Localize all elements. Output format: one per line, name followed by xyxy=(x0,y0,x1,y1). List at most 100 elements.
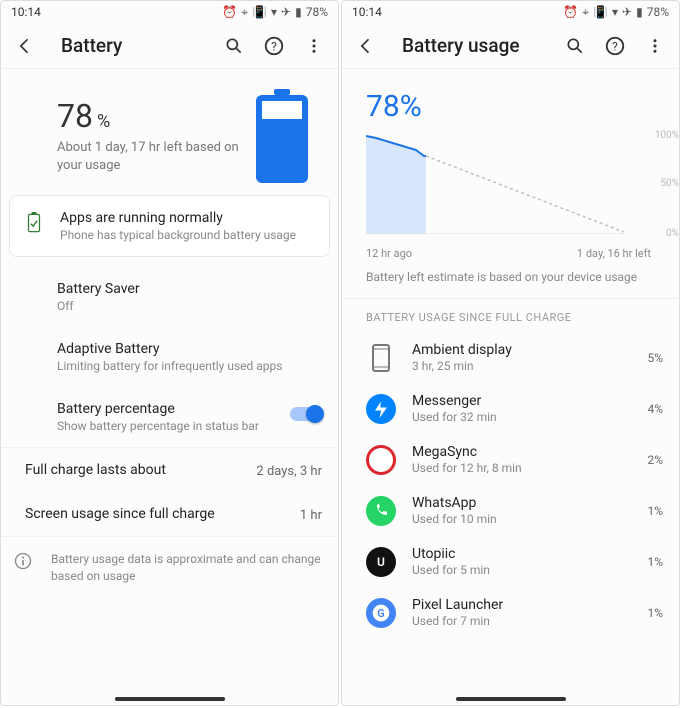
search-button[interactable] xyxy=(559,30,591,62)
app-name: Messenger xyxy=(412,393,647,409)
app-icon xyxy=(366,394,396,424)
adaptive-sub: Limiting battery for infrequently used a… xyxy=(57,359,322,373)
battery-saver-title: Battery Saver xyxy=(57,281,322,297)
overflow-button[interactable] xyxy=(639,30,671,62)
app-icon xyxy=(366,343,396,373)
vibrate-icon: 📳 xyxy=(252,5,267,19)
chart-x-left: 12 hr ago xyxy=(366,247,412,260)
battery-percentage-switch[interactable] xyxy=(290,405,324,423)
app-row[interactable]: Ambient display3 hr, 25 min5% xyxy=(342,332,679,383)
alarm-icon: ⏰ xyxy=(563,5,578,19)
battery-pct-number: 78 xyxy=(57,97,93,135)
usage-list: Ambient display3 hr, 25 min5%MessengerUs… xyxy=(342,332,679,638)
usage-list-header: BATTERY USAGE SINCE FULL CHARGE xyxy=(342,299,679,332)
app-pct: 1% xyxy=(647,504,663,518)
chart-x-right: 1 day, 16 hr left xyxy=(577,247,651,260)
card-subtitle: Phone has typical background battery usa… xyxy=(60,228,315,242)
battery-saver-sub: Off xyxy=(57,299,322,313)
page-title: Battery xyxy=(61,34,210,57)
svg-text:G: G xyxy=(377,607,384,620)
search-button[interactable] xyxy=(218,30,250,62)
location-icon: ⌖ xyxy=(241,5,248,20)
nav-handle[interactable] xyxy=(456,697,566,701)
screen-usage-row[interactable]: Screen usage since full charge 1 hr xyxy=(1,492,338,536)
status-battery-pct: 78% xyxy=(647,5,669,19)
help-button[interactable]: ? xyxy=(258,30,290,62)
status-bar: 10:14 ⏰ ⌖ 📳 ▾ ✈ ▮ 78% xyxy=(342,1,679,23)
app-icon: M xyxy=(366,445,396,475)
battery-pct-symbol: % xyxy=(97,111,110,132)
battery-estimate-text: About 1 day, 17 hr left based on your us… xyxy=(57,139,257,175)
status-time: 10:14 xyxy=(11,5,41,19)
location-icon: ⌖ xyxy=(582,5,589,20)
battery-saver-row[interactable]: Battery Saver Off xyxy=(1,267,338,327)
app-sub: Used for 12 hr, 8 min xyxy=(412,461,647,475)
screen-usage-value: 1 hr xyxy=(300,508,322,523)
battery-icon: ▮ xyxy=(636,5,643,19)
wifi-icon: ▾ xyxy=(271,5,277,19)
help-button[interactable]: ? xyxy=(599,30,631,62)
adaptive-title: Adaptive Battery xyxy=(57,341,322,357)
airplane-icon: ✈ xyxy=(281,5,291,19)
app-bar: Battery usage ? xyxy=(342,23,679,69)
app-icon xyxy=(366,496,396,526)
app-name: Utopiic xyxy=(412,546,647,562)
battery-pct-large: 78% xyxy=(342,69,679,134)
back-button[interactable] xyxy=(350,30,382,62)
svg-text:?: ? xyxy=(612,39,618,53)
app-sub: Used for 5 min xyxy=(412,563,647,577)
info-footer: Battery usage data is approximate and ca… xyxy=(1,537,338,599)
battery-ok-icon xyxy=(24,212,44,238)
app-row[interactable]: G Pixel LauncherUsed for 7 min1% xyxy=(342,587,679,638)
status-icons: ⏰ ⌖ 📳 ▾ ✈ ▮ 78% xyxy=(563,5,669,20)
battery-settings-screen: 10:14 ⏰ ⌖ 📳 ▾ ✈ ▮ 78% Battery ? 78 xyxy=(0,0,339,706)
app-sub: Used for 7 min xyxy=(412,614,647,628)
app-row[interactable]: WhatsAppUsed for 10 min1% xyxy=(342,485,679,536)
app-row[interactable]: M MegaSyncUsed for 12 hr, 8 min2% xyxy=(342,434,679,485)
app-sub: Used for 10 min xyxy=(412,512,647,526)
app-pct: 1% xyxy=(647,555,663,569)
vibrate-icon: 📳 xyxy=(593,5,608,19)
chart-y100: 100% xyxy=(655,130,679,141)
app-name: WhatsApp xyxy=(412,495,647,511)
adaptive-battery-row[interactable]: Adaptive Battery Limiting battery for in… xyxy=(1,327,338,387)
app-pct: 4% xyxy=(647,402,663,416)
app-sub: 3 hr, 25 min xyxy=(412,359,647,373)
app-name: Ambient display xyxy=(412,342,647,358)
app-row[interactable]: MessengerUsed for 32 min4% xyxy=(342,383,679,434)
alarm-icon: ⏰ xyxy=(222,5,237,19)
info-text: Battery usage data is approximate and ca… xyxy=(51,552,321,583)
app-icon: G xyxy=(366,598,396,628)
app-name: Pixel Launcher xyxy=(412,597,647,613)
overflow-button[interactable] xyxy=(298,30,330,62)
app-bar: Battery ? xyxy=(1,23,338,69)
app-sub: Used for 32 min xyxy=(412,410,647,424)
wifi-icon: ▾ xyxy=(612,5,618,19)
full-charge-value: 2 days, 3 hr xyxy=(256,464,322,479)
status-time: 10:14 xyxy=(352,5,382,19)
card-title: Apps are running normally xyxy=(60,210,315,226)
page-title: Battery usage xyxy=(402,34,551,57)
status-icons: ⏰ ⌖ 📳 ▾ ✈ ▮ 78% xyxy=(222,5,328,20)
full-charge-row[interactable]: Full charge lasts about 2 days, 3 hr xyxy=(1,448,338,492)
app-pct: 5% xyxy=(647,351,663,365)
battery-percentage-row[interactable]: Battery percentage Show battery percenta… xyxy=(1,387,338,447)
battery-usage-screen: 10:14 ⏰ ⌖ 📳 ▾ ✈ ▮ 78% Battery usage ? 78… xyxy=(341,0,680,706)
back-button[interactable] xyxy=(9,30,41,62)
chart-y0: 0% xyxy=(666,228,679,239)
pct-toggle-title: Battery percentage xyxy=(57,401,322,417)
airplane-icon: ✈ xyxy=(622,5,632,19)
chart-y50: 50% xyxy=(660,178,679,189)
app-icon: U xyxy=(366,547,396,577)
info-icon xyxy=(13,551,33,576)
status-bar: 10:14 ⏰ ⌖ 📳 ▾ ✈ ▮ 78% xyxy=(1,1,338,23)
svg-text:?: ? xyxy=(271,39,277,53)
pct-toggle-sub: Show battery percentage in status bar xyxy=(57,419,322,433)
app-row[interactable]: U UtopiicUsed for 5 min1% xyxy=(342,536,679,587)
app-pct: 1% xyxy=(647,606,663,620)
battery-chart[interactable]: 100% 50% 0% 12 hr ago 1 day, 16 hr left xyxy=(366,134,651,244)
app-name: MegaSync xyxy=(412,444,647,460)
app-pct: 2% xyxy=(647,453,663,467)
apps-status-card[interactable]: Apps are running normally Phone has typi… xyxy=(9,195,330,257)
nav-handle[interactable] xyxy=(115,697,225,701)
